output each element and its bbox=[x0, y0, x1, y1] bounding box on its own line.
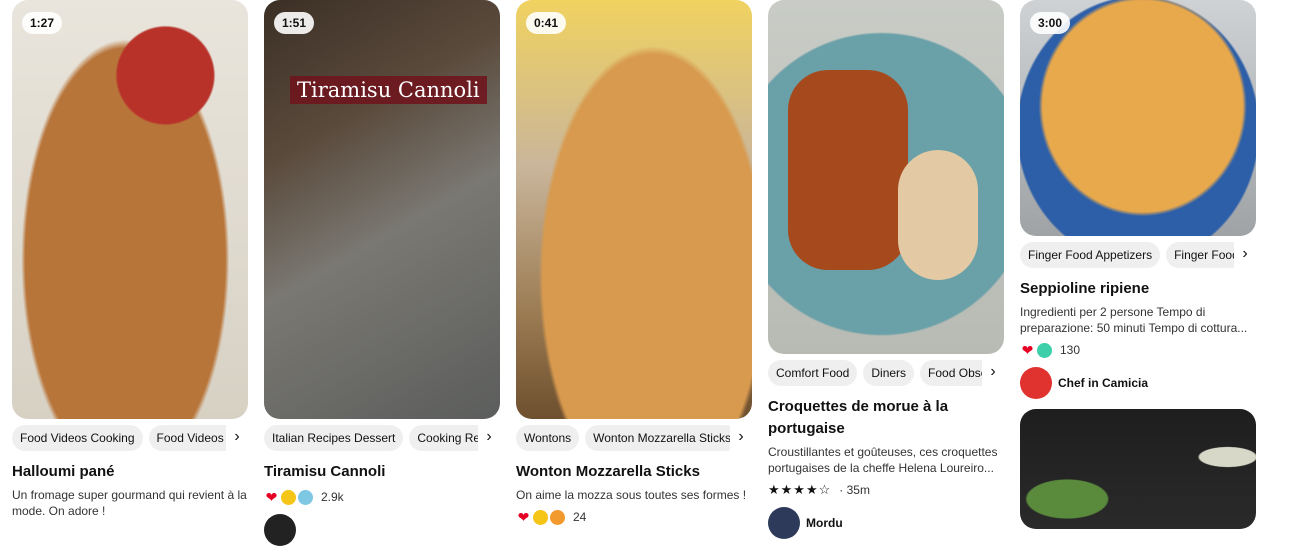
tag-chip[interactable]: Comfort Food bbox=[768, 360, 858, 386]
tag-list: Finger Food Appetizers Finger Foods › bbox=[1020, 242, 1256, 268]
author[interactable]: Mordu bbox=[768, 507, 1004, 539]
pin-title[interactable]: Wonton Mozzarella Sticks bbox=[516, 461, 752, 483]
pin-image[interactable]: 1:27 bbox=[12, 0, 248, 419]
star-rating-icon: ★★★★☆ bbox=[768, 482, 832, 497]
reaction-count: 24 bbox=[573, 510, 587, 524]
pin-title[interactable]: Tiramisu Cannoli bbox=[264, 461, 500, 483]
pin-description: Un fromage super gourmand qui revient à … bbox=[12, 488, 247, 518]
tag-chip[interactable]: Finger Food Appetizers bbox=[1020, 242, 1161, 268]
chevron-right-icon[interactable]: › bbox=[478, 425, 500, 451]
tag-chip[interactable]: Food Videos Cooking bbox=[12, 425, 143, 451]
author[interactable] bbox=[264, 514, 500, 546]
wow-icon bbox=[281, 489, 296, 505]
rating: ★★★★☆ · 35m bbox=[768, 481, 1004, 499]
tag-chip[interactable]: Wontons bbox=[516, 425, 580, 451]
tag-chip[interactable]: Italian Recipes Dessert bbox=[264, 425, 404, 451]
pin-card[interactable]: 3:00 Finger Food Appetizers Finger Foods… bbox=[1020, 0, 1256, 529]
pin-description: Ingredienti per 2 persone Tempo di prepa… bbox=[1020, 305, 1248, 335]
smile-icon bbox=[1037, 342, 1052, 358]
reactions: ❤ 24 bbox=[516, 508, 752, 526]
pin-image[interactable]: 3:00 bbox=[1020, 0, 1256, 236]
heart-icon: ❤ bbox=[1021, 341, 1034, 358]
avatar[interactable] bbox=[264, 514, 296, 546]
tag-list: Comfort Food Diners Food Obsession › bbox=[768, 360, 1004, 386]
reaction-count: 2.9k bbox=[321, 490, 344, 504]
pin-card[interactable]: 1:27 Food Videos Cooking Food Videos Des… bbox=[12, 0, 248, 519]
video-duration: 1:27 bbox=[22, 12, 63, 34]
chevron-right-icon[interactable]: › bbox=[226, 425, 248, 451]
pin-card[interactable]: 1:51 Tiramisu Cannoli Italian Recipes De… bbox=[264, 0, 500, 546]
tag-chip[interactable]: Wonton Mozzarella Sticks bbox=[585, 425, 739, 451]
pin-description: Croustillantes et goûteuses, ces croquet… bbox=[768, 445, 998, 475]
video-duration: 1:51 bbox=[274, 12, 315, 34]
chevron-right-icon[interactable]: › bbox=[1234, 242, 1256, 268]
avatar[interactable] bbox=[768, 507, 800, 539]
reactions: ❤ 130 bbox=[1020, 341, 1256, 359]
video-duration: 3:00 bbox=[1030, 12, 1071, 34]
surprised-icon bbox=[550, 509, 565, 525]
pin-image[interactable]: 1:51 Tiramisu Cannoli bbox=[264, 0, 500, 419]
pin-image[interactable]: 0:41 bbox=[516, 0, 752, 419]
avatar[interactable] bbox=[1020, 367, 1052, 399]
tag-list: Food Videos Cooking Food Videos Desserts… bbox=[12, 425, 248, 451]
cook-time: · 35m bbox=[839, 483, 870, 497]
reaction-count: 130 bbox=[1060, 343, 1081, 357]
video-overlay-title: Tiramisu Cannoli bbox=[290, 76, 487, 104]
tag-chip[interactable]: Diners bbox=[863, 360, 915, 386]
pin-title[interactable]: Croquettes de morue à la portugaise bbox=[768, 396, 1004, 440]
pin-image[interactable] bbox=[768, 0, 1004, 354]
pin-image[interactable] bbox=[1020, 409, 1256, 529]
reactions: ❤ 2.9k bbox=[264, 488, 500, 506]
heart-icon: ❤ bbox=[517, 508, 530, 525]
pin-title[interactable]: Seppioline ripiene bbox=[1020, 278, 1256, 300]
heart-icon: ❤ bbox=[265, 488, 278, 505]
sauce-dish bbox=[898, 150, 978, 280]
tag-list: Wontons Wonton Mozzarella Sticks › bbox=[516, 425, 752, 451]
author-name[interactable]: Mordu bbox=[806, 516, 843, 530]
chevron-right-icon[interactable]: › bbox=[730, 425, 752, 451]
croquette-plate-food bbox=[788, 70, 908, 270]
author-name[interactable]: Chef in Camicia bbox=[1058, 376, 1148, 390]
good-idea-icon bbox=[298, 489, 313, 505]
pin-card[interactable]: Comfort Food Diners Food Obsession › Cro… bbox=[768, 0, 1004, 539]
tag-list: Italian Recipes Dessert Cooking Recipes … bbox=[264, 425, 500, 451]
pin-description: On aime la mozza sous toutes ses formes … bbox=[516, 488, 747, 502]
chevron-right-icon[interactable]: › bbox=[982, 360, 1004, 386]
author[interactable]: Chef in Camicia bbox=[1020, 367, 1256, 399]
wow-icon bbox=[533, 509, 548, 525]
video-duration: 0:41 bbox=[526, 12, 567, 34]
pin-card[interactable]: 0:41 Wontons Wonton Mozzarella Sticks › … bbox=[516, 0, 752, 526]
pin-title[interactable]: Halloumi pané bbox=[12, 461, 248, 483]
